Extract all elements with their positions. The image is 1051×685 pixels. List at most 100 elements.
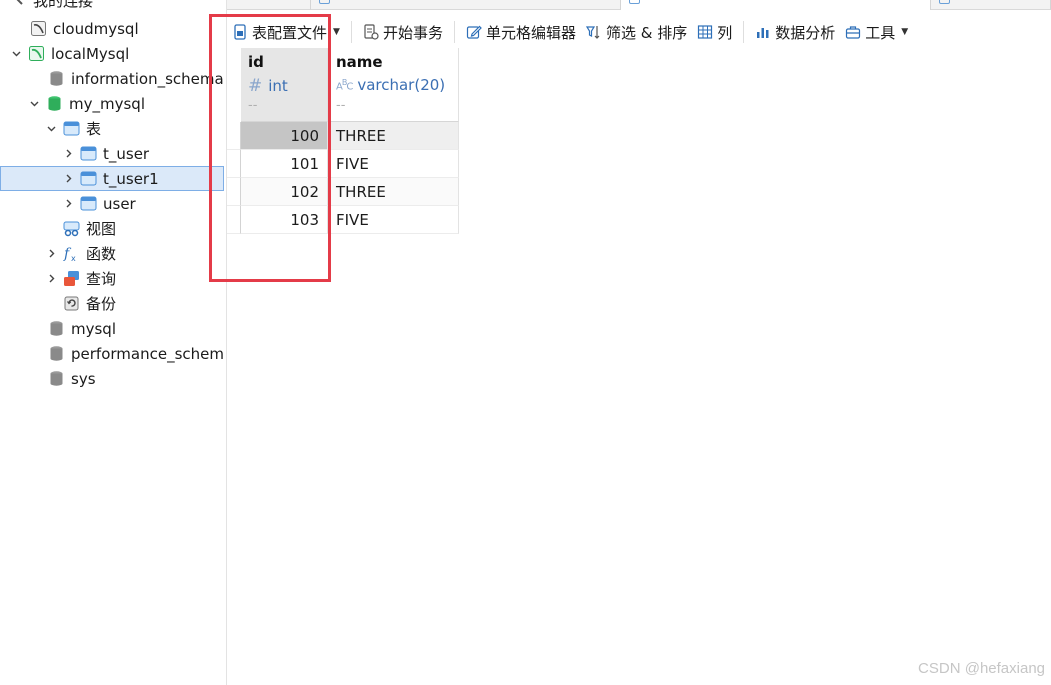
tree-item-t-user[interactable]: t_user	[0, 141, 224, 166]
cell-name[interactable]: FIVE	[328, 206, 459, 234]
string-type-icon: ABC	[336, 77, 353, 93]
tree-item-label: t_user1	[103, 169, 159, 188]
edit-pencil-icon	[466, 25, 482, 39]
tree-item-label: performance_schema	[71, 344, 224, 363]
tab-3-active[interactable]	[621, 0, 931, 10]
tab-1[interactable]	[227, 0, 311, 10]
begin-transaction-label: 开始事务	[382, 23, 443, 42]
tables-folder-icon	[63, 120, 80, 137]
tree-item-label: 备份	[86, 295, 117, 313]
tree-item-mysql[interactable]: mysql	[0, 316, 224, 341]
tree-item-t-user1[interactable]: t_user1	[0, 166, 224, 191]
tree-item-label: my_mysql	[69, 94, 145, 113]
columns-grid-icon	[698, 25, 713, 39]
tree-item-backup[interactable]: 备份	[0, 291, 224, 316]
caret-down-icon[interactable]: ▼	[333, 27, 340, 37]
column-type-label: varchar(20)	[357, 76, 446, 94]
tab-4[interactable]	[931, 0, 1051, 10]
column-name: name	[336, 53, 383, 71]
toolbar-divider	[743, 21, 745, 43]
watermark-text: CSDN @hefaxiang	[918, 660, 1045, 677]
tree-item-label: sys	[71, 369, 96, 388]
tab-2[interactable]	[311, 0, 621, 10]
table-toolbar: 表配置文件 ▼ 开始事务 单元格编辑器 筛选 & 排序 列 数据分析 工具 ▼	[227, 16, 1051, 48]
columns-label: 列	[717, 23, 733, 42]
tree-item-tables-folder[interactable]: 表	[0, 116, 224, 141]
database-active-icon	[46, 95, 63, 112]
tools-label: 工具	[865, 23, 896, 42]
tools-button[interactable]: 工具 ▼	[840, 17, 913, 47]
filter-sort-button[interactable]: 筛选 & 排序	[581, 17, 692, 47]
caret-down-icon[interactable]: ▼	[901, 27, 908, 37]
tab-table-icon	[319, 0, 330, 4]
begin-transaction-button[interactable]: 开始事务	[358, 17, 448, 47]
cell-editor-label: 单元格编辑器	[485, 23, 576, 42]
tree-item-label: 视图	[86, 220, 117, 238]
tree-item-label: information_schema	[71, 69, 224, 88]
function-icon: fx	[63, 245, 80, 262]
connection-icon	[10, 0, 27, 9]
columns-button[interactable]: 列	[692, 17, 737, 47]
database-icon	[48, 70, 65, 87]
tree-item-label: mysql	[71, 319, 116, 338]
bar-chart-icon	[757, 28, 769, 38]
tab-table-icon	[939, 0, 950, 4]
tab-table-icon	[629, 0, 640, 4]
cell-name[interactable]: FIVE	[328, 150, 459, 178]
chevron-right-icon[interactable]	[62, 148, 74, 160]
tree-item-performance-schema[interactable]: performance_schema	[0, 341, 224, 366]
tree-item-views[interactable]: 视图	[0, 216, 224, 241]
toolbar-divider	[453, 21, 455, 43]
tree-item-label: 函数	[86, 245, 117, 263]
chevron-right-icon[interactable]	[62, 198, 74, 210]
table-icon	[80, 170, 97, 187]
tree-item-user[interactable]: user	[0, 191, 224, 216]
tree-item-my-connections[interactable]: 我的连接	[0, 0, 224, 13]
filter-sort-icon	[585, 26, 600, 39]
chevron-down-icon[interactable]	[45, 123, 57, 135]
cell-name[interactable]: THREE	[328, 178, 459, 206]
database-icon	[48, 345, 65, 362]
chevron-right-icon[interactable]	[45, 273, 57, 285]
tree-item-label: user	[103, 194, 136, 213]
tree-item-my-mysql[interactable]: my_mysql	[0, 91, 224, 116]
chevron-right-icon[interactable]	[45, 248, 57, 260]
tree-item-queries[interactable]: 查询	[0, 266, 224, 291]
mysql-connection-icon	[30, 20, 47, 37]
chevron-down-icon[interactable]	[10, 48, 22, 60]
cell-editor-button[interactable]: 单元格编辑器	[461, 17, 581, 47]
query-icon	[63, 270, 80, 287]
tree-item-label: 我的连接	[33, 0, 94, 10]
data-analysis-label: 数据分析	[775, 23, 836, 42]
transaction-icon	[364, 24, 379, 40]
tree-item-localmysql[interactable]: localMysql	[0, 41, 224, 66]
tree-item-information-schema[interactable]: information_schema	[0, 66, 224, 91]
chevron-right-icon[interactable]	[62, 173, 74, 185]
column-header-name[interactable]: name ABC varchar(20) --	[328, 48, 459, 122]
backup-icon	[63, 295, 80, 312]
filter-sort-label: 筛选 & 排序	[605, 23, 688, 42]
column-type: ABC varchar(20)	[336, 76, 445, 94]
column-null-hint: --	[336, 98, 346, 113]
cell-name[interactable]: THREE	[328, 122, 459, 150]
tree-item-label: 查询	[86, 270, 117, 288]
tree-item-label: cloudmysql	[53, 19, 139, 38]
tree-item-label: 表	[86, 120, 102, 138]
chevron-down-icon[interactable]	[28, 98, 40, 110]
mysql-connection-active-icon	[28, 45, 45, 62]
navigation-tree: 我的连接 cloudmysql localMysql information_s…	[0, 0, 227, 685]
annotation-highlight-box	[209, 14, 331, 282]
toolbar-divider	[350, 21, 352, 43]
table-icon	[80, 195, 97, 212]
tree-item-cloudmysql[interactable]: cloudmysql	[0, 16, 224, 41]
svg-text:x: x	[71, 254, 76, 262]
tree-item-label: t_user	[103, 144, 150, 163]
database-icon	[48, 370, 65, 387]
tree-item-functions[interactable]: fx 函数	[0, 241, 224, 266]
tree-item-label: localMysql	[51, 44, 130, 63]
views-icon	[63, 220, 80, 237]
tree-item-sys[interactable]: sys	[0, 366, 224, 391]
toolbox-icon	[846, 26, 861, 39]
database-icon	[48, 320, 65, 337]
data-analysis-button[interactable]: 数据分析	[750, 17, 840, 47]
